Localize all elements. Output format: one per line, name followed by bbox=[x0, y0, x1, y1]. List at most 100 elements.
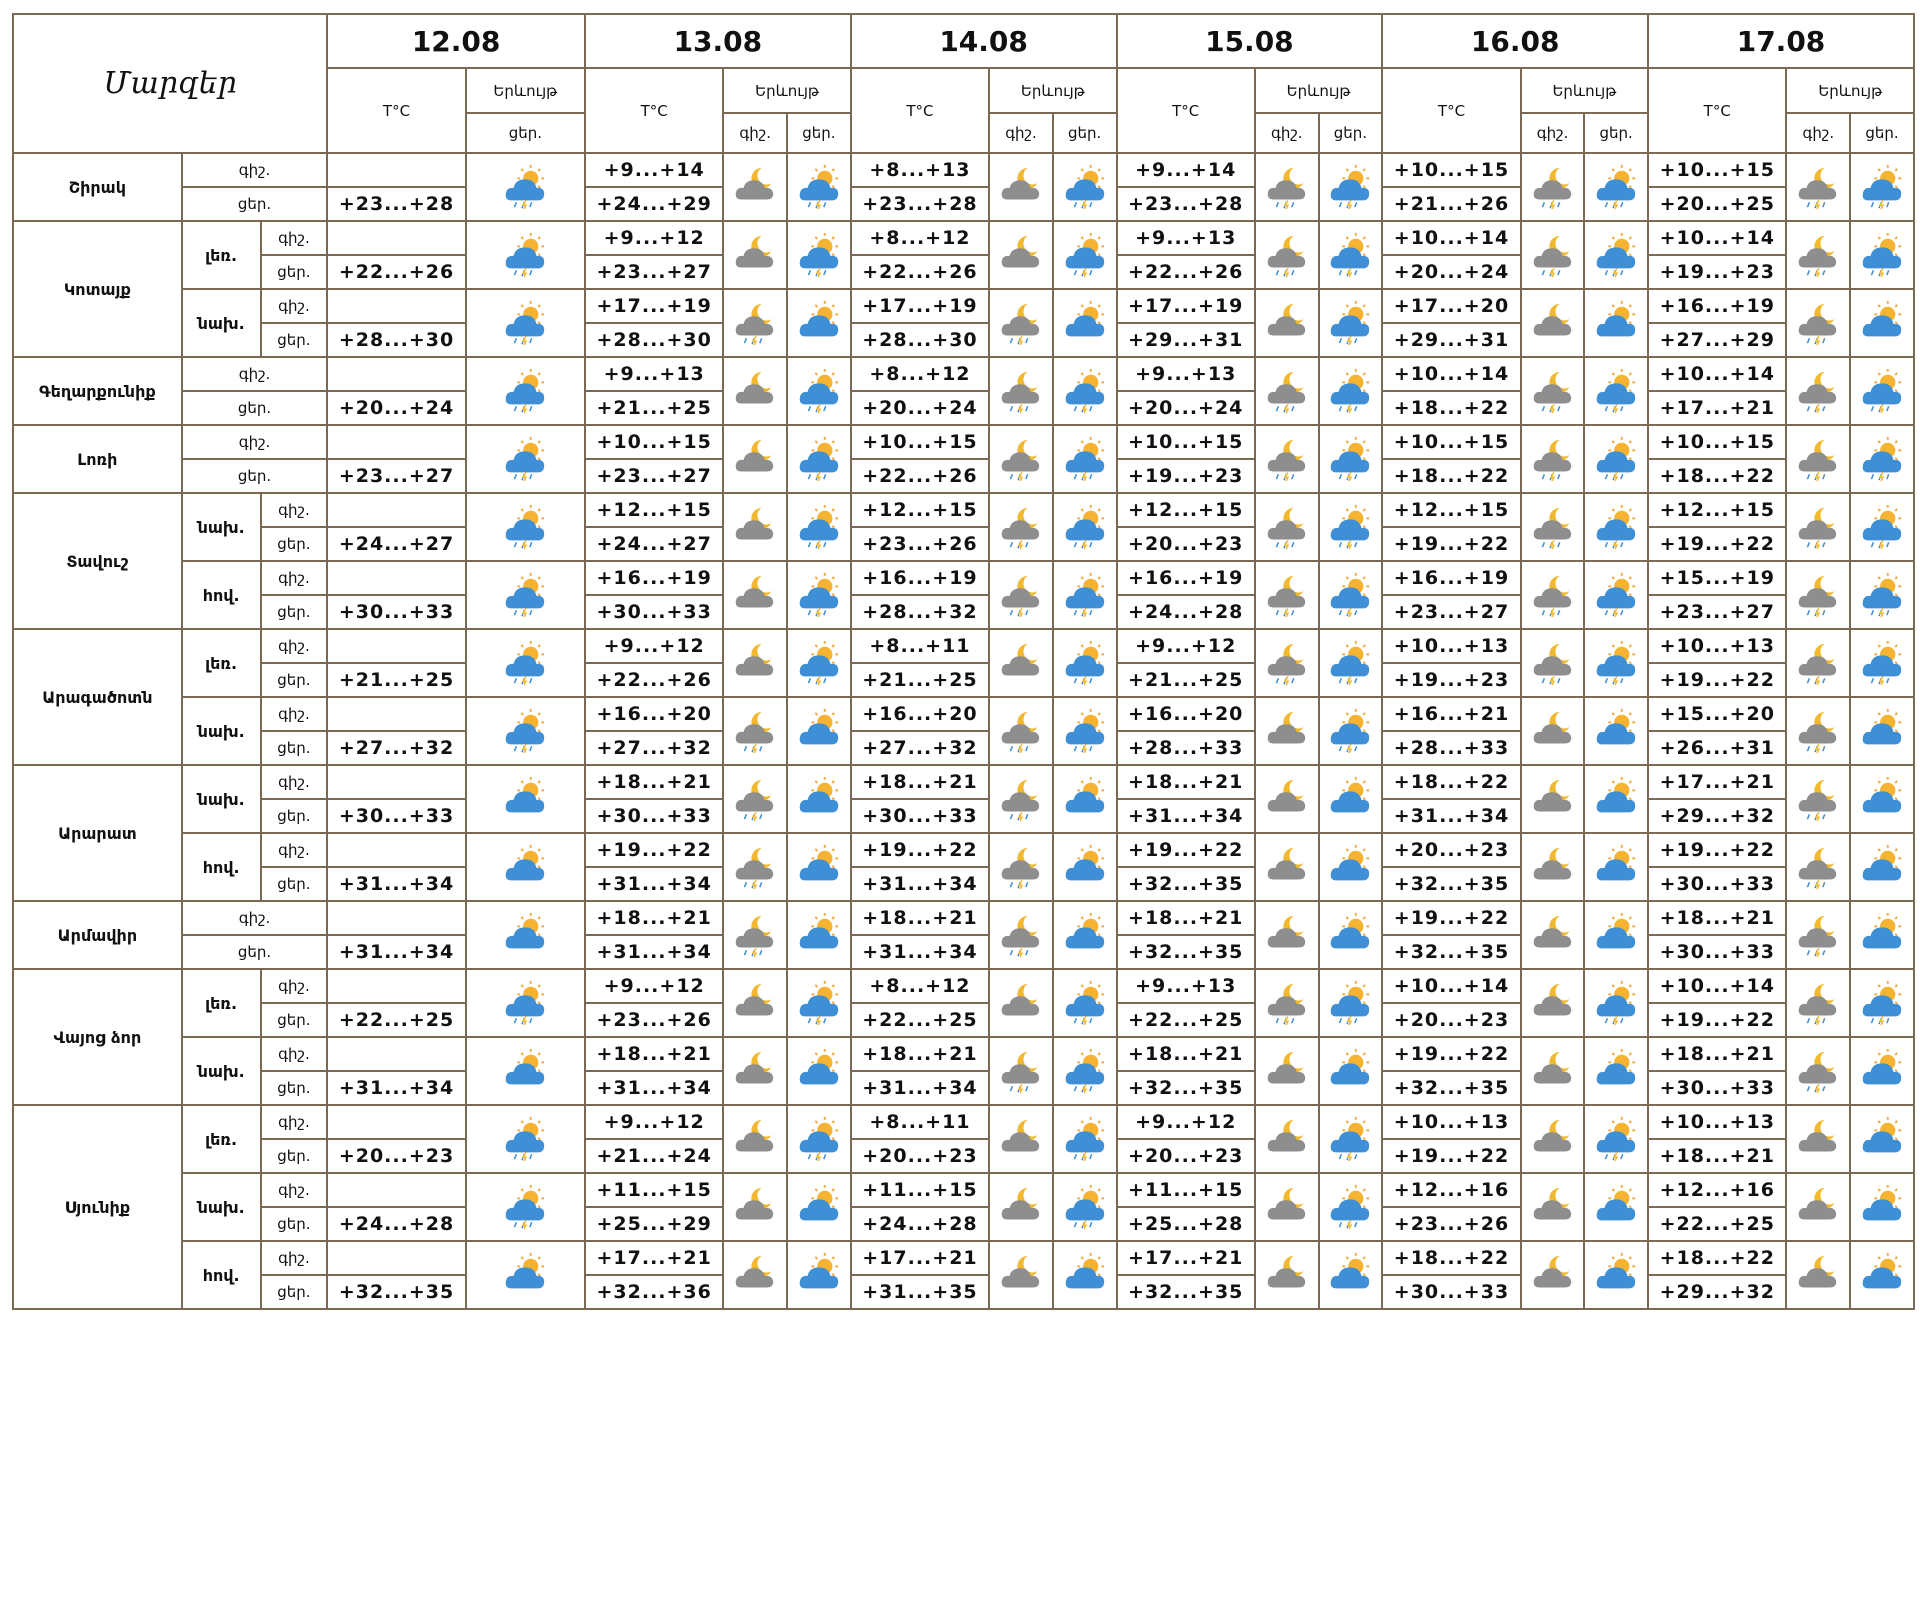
cloud-sun-rain-icon bbox=[1849, 492, 1915, 562]
cloud-night-icon bbox=[735, 983, 774, 1016]
cloud-night-rain-icon bbox=[988, 900, 1054, 970]
temp-day: +24...+28 bbox=[326, 1206, 467, 1242]
temp-night: +10...+15 bbox=[1647, 152, 1788, 188]
cloud-night-icon bbox=[1533, 915, 1571, 948]
day-label: ցեր. bbox=[259, 1274, 329, 1310]
day-label: ցեր. bbox=[180, 934, 329, 970]
cloud-night-icon bbox=[1785, 1240, 1852, 1310]
temp-day: +23...+28 bbox=[326, 186, 467, 222]
forecast-row-night: նախ. գիշ. +11...+15 +11...+15 +11...+15 +12..… bbox=[13, 1172, 1915, 1242]
cloud-night-rain-icon bbox=[735, 303, 774, 346]
temp-day: +20...+23 bbox=[1115, 1138, 1256, 1174]
day-label: ցեր. bbox=[180, 458, 329, 494]
temp-night: +9...+12 bbox=[583, 220, 725, 256]
cloud-sun-rain-icon bbox=[1065, 1048, 1104, 1094]
temp-night: +10...+14 bbox=[1381, 220, 1522, 256]
cloud-night-icon bbox=[722, 1172, 789, 1242]
cloud-sun-rain-icon bbox=[1331, 164, 1370, 210]
day-label: ցեր. bbox=[259, 1206, 329, 1242]
temp-night: +15...+20 bbox=[1647, 696, 1788, 732]
cloud-night-icon bbox=[722, 424, 789, 494]
cloud-night-icon bbox=[1253, 832, 1320, 902]
temp-night-empty bbox=[326, 628, 467, 664]
forecast-row-night: հով. գիշ. +19...+22 +19...+22 +19...+22 +20..… bbox=[13, 832, 1915, 902]
cloud-sun-rain-icon bbox=[506, 368, 545, 414]
night-label: գիշ. bbox=[180, 356, 329, 392]
cloud-night-icon bbox=[1519, 764, 1586, 834]
temp-day: +24...+28 bbox=[849, 1206, 991, 1242]
temp-day: +20...+23 bbox=[849, 1138, 991, 1174]
cloud-sun-rain-icon bbox=[1862, 572, 1902, 618]
cloud-sun-rain-icon bbox=[1596, 504, 1636, 550]
temp-night: +12...+15 bbox=[849, 492, 991, 528]
temp-night: +19...+22 bbox=[583, 832, 725, 868]
cloud-night-icon bbox=[1267, 1187, 1305, 1220]
temp-night-empty bbox=[326, 968, 467, 1004]
day-label: ցեր. bbox=[259, 1070, 329, 1106]
day-label: ցեր. bbox=[259, 254, 329, 290]
day-header: ցեր. bbox=[464, 112, 586, 154]
date-header: 16.08 bbox=[1381, 13, 1650, 69]
cloud-night-rain-icon bbox=[1001, 847, 1040, 890]
cloud-night-icon bbox=[988, 1172, 1054, 1242]
cloud-night-icon bbox=[1001, 1119, 1040, 1152]
cloud-sun-icon bbox=[786, 288, 852, 358]
temp-day: +22...+26 bbox=[1115, 254, 1256, 290]
cloud-sun-rain-icon bbox=[1065, 1184, 1104, 1230]
cloud-night-icon bbox=[1799, 1187, 1837, 1220]
cloud-sun-rain-icon bbox=[1596, 164, 1636, 210]
cloud-night-icon bbox=[1533, 779, 1571, 812]
temp-night: +18...+22 bbox=[1647, 1240, 1788, 1276]
cloud-night-icon bbox=[1799, 1255, 1837, 1288]
temp-night: +9...+12 bbox=[583, 1104, 725, 1140]
cloud-sun-icon bbox=[1862, 1184, 1902, 1221]
day-header: ցեր. bbox=[1051, 112, 1118, 154]
cloud-sun-rain-icon bbox=[506, 1184, 545, 1230]
cloud-sun-icon bbox=[1862, 300, 1902, 337]
cloud-sun-icon bbox=[1065, 776, 1104, 813]
cloud-night-icon bbox=[1519, 1240, 1586, 1310]
cloud-night-rain-icon bbox=[1001, 371, 1040, 414]
temp-night: +18...+21 bbox=[1115, 900, 1256, 936]
night-label: գիշ. bbox=[180, 424, 329, 460]
temp-night: +8...+12 bbox=[849, 968, 991, 1004]
cloud-sun-rain-icon bbox=[1317, 492, 1384, 562]
temp-night: +10...+13 bbox=[1647, 1104, 1788, 1140]
cloud-night-rain-icon bbox=[988, 1036, 1054, 1106]
cloud-night-icon bbox=[1267, 915, 1305, 948]
temp-day: +22...+25 bbox=[1115, 1002, 1256, 1038]
temp-night: +10...+14 bbox=[1647, 968, 1788, 1004]
cloud-night-icon bbox=[1533, 1255, 1571, 1288]
temp-night: +9...+13 bbox=[1115, 220, 1256, 256]
cloud-sun-icon bbox=[1849, 1172, 1915, 1242]
cloud-sun-rain-icon bbox=[1317, 424, 1384, 494]
night-label: գիշ. bbox=[180, 900, 329, 936]
cloud-night-icon bbox=[1001, 1255, 1040, 1288]
cloud-sun-icon bbox=[1583, 1172, 1650, 1242]
temp-night: +18...+21 bbox=[1115, 764, 1256, 800]
cloud-sun-icon bbox=[1596, 844, 1636, 881]
cloud-night-rain-icon bbox=[735, 915, 774, 958]
temp-day: +27...+32 bbox=[849, 730, 991, 766]
night-header: գիշ. bbox=[1253, 112, 1320, 154]
cloud-sun-rain-icon bbox=[1051, 152, 1118, 222]
temp-day: +21...+26 bbox=[1381, 186, 1522, 222]
temp-day: +22...+25 bbox=[326, 1002, 467, 1038]
cloud-sun-rain-icon bbox=[1849, 152, 1915, 222]
temp-night: +19...+22 bbox=[1647, 832, 1788, 868]
temp-day: +30...+33 bbox=[1647, 1070, 1788, 1106]
cloud-sun-rain-icon bbox=[1317, 288, 1384, 358]
temp-day: +28...+33 bbox=[1381, 730, 1522, 766]
cloud-night-icon bbox=[1533, 1051, 1571, 1084]
temp-day: +18...+21 bbox=[1647, 1138, 1788, 1174]
cloud-sun-rain-icon bbox=[506, 572, 545, 618]
cloud-sun-icon bbox=[786, 832, 852, 902]
cloud-sun-rain-icon bbox=[506, 504, 545, 550]
cloud-sun-icon bbox=[1596, 1184, 1636, 1221]
cloud-night-rain-icon bbox=[1785, 968, 1852, 1038]
cloud-sun-rain-icon bbox=[1583, 220, 1650, 290]
forecast-row-night: Շիրակ գիշ. +9...+14 +8...+13 +9...+14 +10...+… bbox=[12, 152, 1915, 222]
temp-night: +17...+21 bbox=[1115, 1240, 1256, 1276]
date-header: 17.08 bbox=[1647, 13, 1915, 69]
cloud-night-rain-icon bbox=[1253, 560, 1320, 630]
